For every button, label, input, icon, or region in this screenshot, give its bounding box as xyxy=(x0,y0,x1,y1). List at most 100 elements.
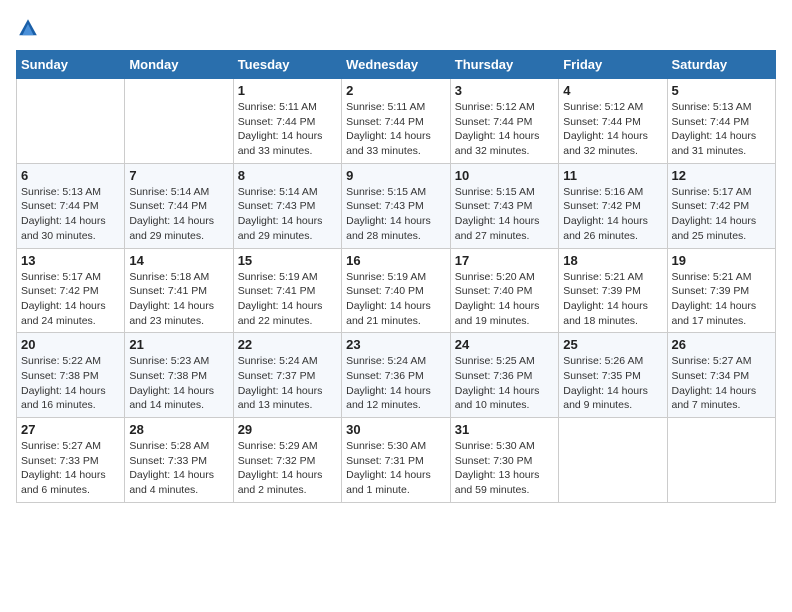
header-cell-tuesday: Tuesday xyxy=(233,51,341,79)
day-info: Sunrise: 5:21 AM Sunset: 7:39 PM Dayligh… xyxy=(563,270,662,329)
calendar-cell xyxy=(559,418,667,503)
day-number: 26 xyxy=(672,337,772,352)
day-info: Sunrise: 5:20 AM Sunset: 7:40 PM Dayligh… xyxy=(455,270,554,329)
calendar-cell: 24 Sunrise: 5:25 AM Sunset: 7:36 PM Dayli… xyxy=(450,333,558,418)
day-info: Sunrise: 5:29 AM Sunset: 7:32 PM Dayligh… xyxy=(238,439,337,498)
calendar-cell: 8 Sunrise: 5:14 AM Sunset: 7:43 PM Daylig… xyxy=(233,163,341,248)
day-number: 9 xyxy=(346,168,446,183)
day-number: 17 xyxy=(455,253,554,268)
day-number: 19 xyxy=(672,253,772,268)
calendar-cell: 7Sunrise: 5:14 AM Sunset: 7:44 PM Daylig… xyxy=(125,163,233,248)
day-info: Sunrise: 5:19 AM Sunset: 7:40 PM Dayligh… xyxy=(346,270,446,329)
calendar-header-row: SundayMondayTuesdayWednesdayThursdayFrid… xyxy=(17,51,776,79)
day-number: 31 xyxy=(455,422,554,437)
day-number: 29 xyxy=(238,422,337,437)
header-cell-friday: Friday xyxy=(559,51,667,79)
calendar-cell: 21Sunrise: 5:23 AM Sunset: 7:38 PM Dayli… xyxy=(125,333,233,418)
day-info: Sunrise: 5:28 AM Sunset: 7:33 PM Dayligh… xyxy=(129,439,228,498)
calendar-cell: 11Sunrise: 5:16 AM Sunset: 7:42 PM Dayli… xyxy=(559,163,667,248)
header-cell-sunday: Sunday xyxy=(17,51,125,79)
day-number: 6 xyxy=(21,168,120,183)
day-number: 22 xyxy=(238,337,337,352)
calendar-week-row: 1Sunrise: 5:11 AM Sunset: 7:44 PM Daylig… xyxy=(17,79,776,164)
day-info: Sunrise: 5:27 AM Sunset: 7:34 PM Dayligh… xyxy=(672,354,772,413)
day-info: Sunrise: 5:24 AM Sunset: 7:36 PM Dayligh… xyxy=(346,354,446,413)
calendar-cell: 2 Sunrise: 5:11 AM Sunset: 7:44 PM Daylig… xyxy=(342,79,451,164)
day-info: Sunrise: 5:22 AM Sunset: 7:38 PM Dayligh… xyxy=(21,354,120,413)
calendar-cell: 27 Sunrise: 5:27 AM Sunset: 7:33 PM Dayli… xyxy=(17,418,125,503)
day-number: 7 xyxy=(129,168,228,183)
day-number: 16 xyxy=(346,253,446,268)
day-number: 13 xyxy=(21,253,120,268)
day-info: Sunrise: 5:30 AM Sunset: 7:31 PM Dayligh… xyxy=(346,439,446,498)
day-info: Sunrise: 5:13 AM Sunset: 7:44 PM Dayligh… xyxy=(672,100,772,159)
calendar-cell: 6 Sunrise: 5:13 AM Sunset: 7:44 PM Daylig… xyxy=(17,163,125,248)
day-info: Sunrise: 5:27 AM Sunset: 7:33 PM Dayligh… xyxy=(21,439,120,498)
day-number: 21 xyxy=(129,337,228,352)
day-info: Sunrise: 5:17 AM Sunset: 7:42 PM Dayligh… xyxy=(672,185,772,244)
calendar-cell: 30 Sunrise: 5:30 AM Sunset: 7:31 PM Dayli… xyxy=(342,418,451,503)
day-number: 15 xyxy=(238,253,337,268)
calendar-cell: 16 Sunrise: 5:19 AM Sunset: 7:40 PM Dayli… xyxy=(342,248,451,333)
calendar-cell: 20 Sunrise: 5:22 AM Sunset: 7:38 PM Dayli… xyxy=(17,333,125,418)
day-info: Sunrise: 5:15 AM Sunset: 7:43 PM Dayligh… xyxy=(455,185,554,244)
calendar-week-row: 20 Sunrise: 5:22 AM Sunset: 7:38 PM Dayli… xyxy=(17,333,776,418)
day-info: Sunrise: 5:15 AM Sunset: 7:43 PM Dayligh… xyxy=(346,185,446,244)
day-info: Sunrise: 5:16 AM Sunset: 7:42 PM Dayligh… xyxy=(563,185,662,244)
day-info: Sunrise: 5:13 AM Sunset: 7:44 PM Dayligh… xyxy=(21,185,120,244)
day-info: Sunrise: 5:12 AM Sunset: 7:44 PM Dayligh… xyxy=(455,100,554,159)
day-info: Sunrise: 5:19 AM Sunset: 7:41 PM Dayligh… xyxy=(238,270,337,329)
calendar-cell: 31 Sunrise: 5:30 AM Sunset: 7:30 PM Dayli… xyxy=(450,418,558,503)
day-number: 25 xyxy=(563,337,662,352)
header-cell-monday: Monday xyxy=(125,51,233,79)
day-info: Sunrise: 5:18 AM Sunset: 7:41 PM Dayligh… xyxy=(129,270,228,329)
day-number: 27 xyxy=(21,422,120,437)
day-number: 3 xyxy=(455,83,554,98)
day-info: Sunrise: 5:30 AM Sunset: 7:30 PM Dayligh… xyxy=(455,439,554,498)
day-number: 12 xyxy=(672,168,772,183)
calendar-cell: 26 Sunrise: 5:27 AM Sunset: 7:34 PM Dayli… xyxy=(667,333,776,418)
calendar-cell: 4 Sunrise: 5:12 AM Sunset: 7:44 PM Daylig… xyxy=(559,79,667,164)
header xyxy=(16,16,776,40)
day-number: 23 xyxy=(346,337,446,352)
day-info: Sunrise: 5:17 AM Sunset: 7:42 PM Dayligh… xyxy=(21,270,120,329)
header-cell-saturday: Saturday xyxy=(667,51,776,79)
day-info: Sunrise: 5:14 AM Sunset: 7:43 PM Dayligh… xyxy=(238,185,337,244)
day-number: 10 xyxy=(455,168,554,183)
calendar-cell: 25 Sunrise: 5:26 AM Sunset: 7:35 PM Dayli… xyxy=(559,333,667,418)
day-number: 30 xyxy=(346,422,446,437)
calendar-cell xyxy=(667,418,776,503)
day-number: 8 xyxy=(238,168,337,183)
calendar-cell: 29 Sunrise: 5:29 AM Sunset: 7:32 PM Dayli… xyxy=(233,418,341,503)
calendar-cell: 22 Sunrise: 5:24 AM Sunset: 7:37 PM Dayli… xyxy=(233,333,341,418)
day-info: Sunrise: 5:12 AM Sunset: 7:44 PM Dayligh… xyxy=(563,100,662,159)
logo-icon xyxy=(16,16,40,40)
calendar-cell xyxy=(125,79,233,164)
day-number: 24 xyxy=(455,337,554,352)
calendar-table: SundayMondayTuesdayWednesdayThursdayFrid… xyxy=(16,50,776,503)
calendar-cell: 14 Sunrise: 5:18 AM Sunset: 7:41 PM Dayli… xyxy=(125,248,233,333)
header-cell-wednesday: Wednesday xyxy=(342,51,451,79)
day-info: Sunrise: 5:11 AM Sunset: 7:44 PM Dayligh… xyxy=(346,100,446,159)
day-number: 20 xyxy=(21,337,120,352)
calendar-cell: 1Sunrise: 5:11 AM Sunset: 7:44 PM Daylig… xyxy=(233,79,341,164)
logo xyxy=(16,16,44,40)
day-info: Sunrise: 5:26 AM Sunset: 7:35 PM Dayligh… xyxy=(563,354,662,413)
day-info: Sunrise: 5:11 AM Sunset: 7:44 PM Dayligh… xyxy=(238,100,337,159)
day-number: 14 xyxy=(129,253,228,268)
day-number: 5 xyxy=(672,83,772,98)
calendar-cell: 5 Sunrise: 5:13 AM Sunset: 7:44 PM Daylig… xyxy=(667,79,776,164)
calendar-cell: 23 Sunrise: 5:24 AM Sunset: 7:36 PM Dayli… xyxy=(342,333,451,418)
header-cell-thursday: Thursday xyxy=(450,51,558,79)
day-number: 4 xyxy=(563,83,662,98)
day-info: Sunrise: 5:21 AM Sunset: 7:39 PM Dayligh… xyxy=(672,270,772,329)
calendar-cell: 15 Sunrise: 5:19 AM Sunset: 7:41 PM Dayli… xyxy=(233,248,341,333)
day-info: Sunrise: 5:24 AM Sunset: 7:37 PM Dayligh… xyxy=(238,354,337,413)
day-number: 28 xyxy=(129,422,228,437)
calendar-week-row: 6 Sunrise: 5:13 AM Sunset: 7:44 PM Daylig… xyxy=(17,163,776,248)
day-info: Sunrise: 5:25 AM Sunset: 7:36 PM Dayligh… xyxy=(455,354,554,413)
day-number: 18 xyxy=(563,253,662,268)
day-number: 2 xyxy=(346,83,446,98)
calendar-cell: 12 Sunrise: 5:17 AM Sunset: 7:42 PM Dayli… xyxy=(667,163,776,248)
calendar-cell xyxy=(17,79,125,164)
